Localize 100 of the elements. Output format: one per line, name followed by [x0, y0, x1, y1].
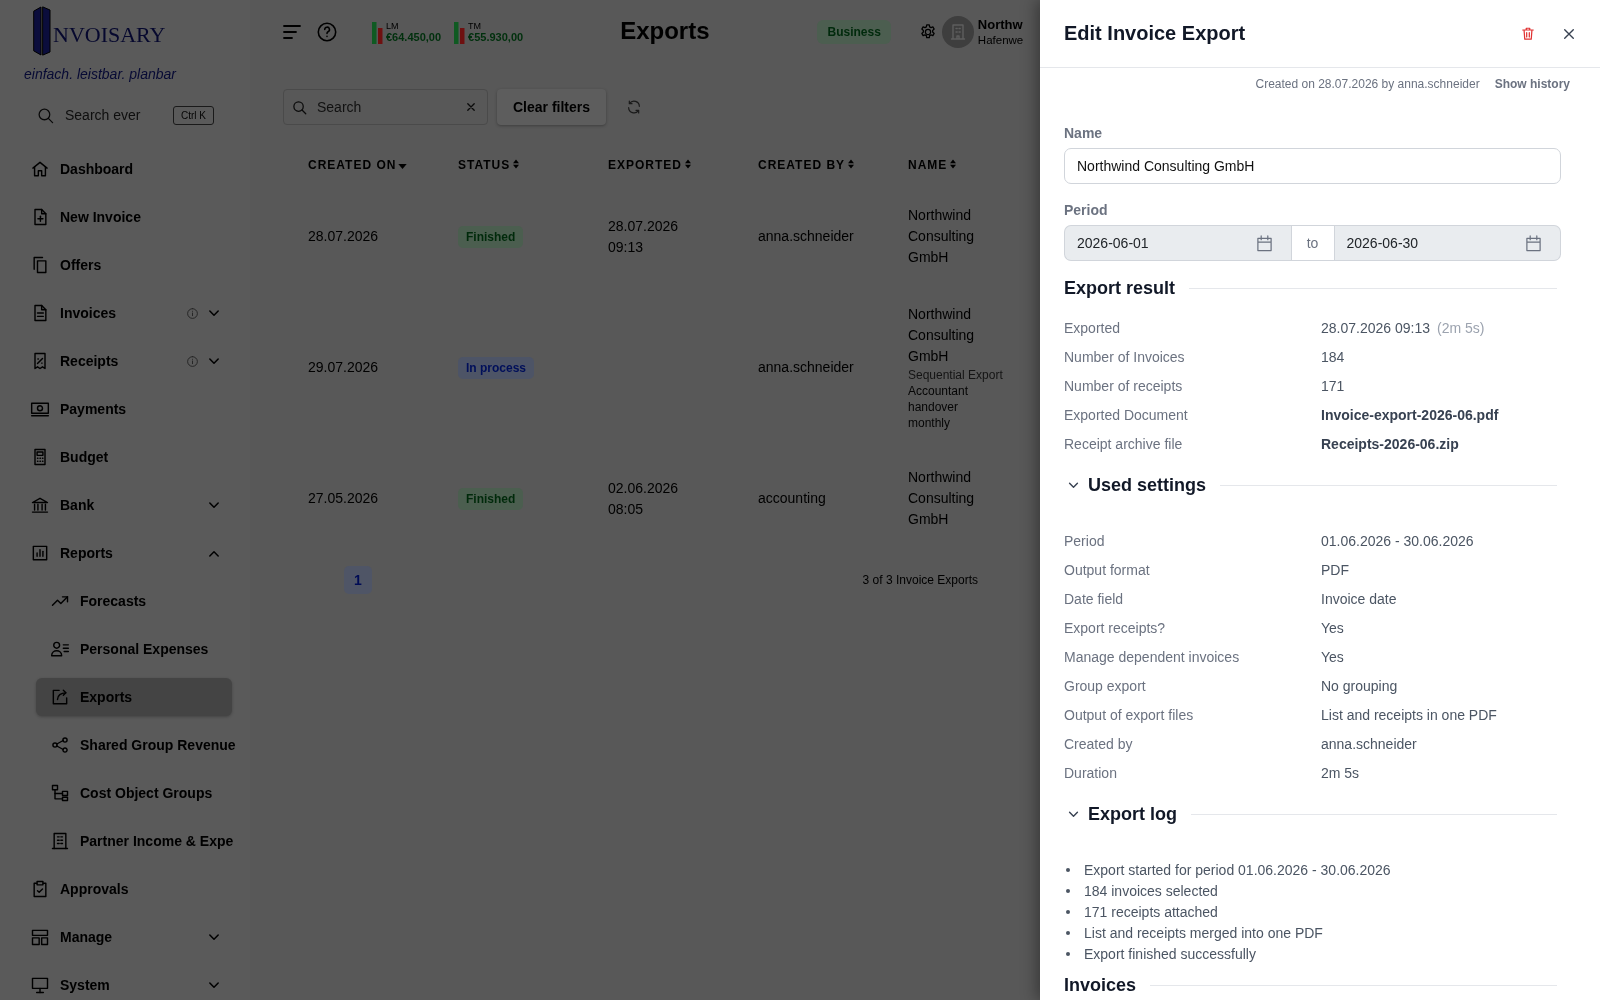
nav-item[interactable]: Offers [18, 246, 232, 284]
log-entry: Export started for period 01.06.2026 - 30.06.2026 [1084, 861, 1391, 878]
column-header[interactable]: STATUS [458, 157, 608, 173]
detail-label: Duration [1064, 764, 1118, 781]
export-description: Accountant handover monthly [908, 383, 970, 431]
detail-label: Created by [1064, 735, 1134, 752]
refresh-icon[interactable] [626, 99, 643, 115]
shortcut-key: Ctrl K [173, 105, 214, 125]
date-field[interactable]: 2026-06-30 [1334, 225, 1561, 261]
detail-value: 171 [1321, 377, 1345, 394]
clear-filters-button[interactable]: Clear filters [497, 89, 607, 125]
logo-text: NVOISARY [53, 24, 166, 46]
bar-chart-icon [372, 21, 383, 44]
settings-icon[interactable] [918, 23, 937, 41]
date-field[interactable]: 2026-06-01 [1064, 225, 1291, 261]
name-field[interactable]: Northwind Consulting GmbH [1064, 148, 1561, 184]
search-icon [37, 106, 54, 124]
avatar-icon[interactable] [941, 16, 974, 48]
nav-item[interactable]: Payments [18, 390, 232, 428]
panel-title: Edit Invoice Export [1064, 22, 1246, 45]
nav-item[interactable]: Dashboard [18, 150, 232, 188]
table-cell-text: 28.07.2026 09:13 [608, 216, 680, 257]
log-entry: Export finished successfully [1084, 945, 1256, 962]
nav-item[interactable]: Budget [18, 438, 232, 476]
detail-value: Receipts-2026-06.zip [1321, 435, 1459, 452]
clipboard-check-icon [30, 879, 50, 899]
section-toggle[interactable]: Used settings [1064, 474, 1207, 496]
nav-item[interactable]: Reports [18, 534, 232, 572]
detail-value: 28.07.2026 09:13 [1321, 319, 1430, 336]
page-button[interactable]: 1 [344, 566, 372, 594]
column-header[interactable]: CREATED ON [308, 157, 458, 173]
search-field[interactable]: Search ever Ctrl K [37, 103, 214, 127]
nav-item[interactable]: New Invoice [18, 198, 232, 236]
nav-item[interactable]: Personal Expenses [36, 630, 232, 668]
detail-value: List and receipts in one PDF [1321, 706, 1497, 723]
section-heading: Export result [1064, 277, 1176, 299]
bullet-icon [1066, 909, 1070, 914]
page-title: Exports [620, 16, 710, 45]
building-icon [50, 831, 70, 851]
table-cell-text: anna.schneider [758, 358, 855, 377]
column-header[interactable]: EXPORTED [608, 157, 758, 173]
account-address: Hafenwe [977, 33, 1024, 48]
detail-label: Number of receipts [1064, 377, 1184, 394]
export-name: Northwind Consulting GmbH [908, 305, 976, 366]
detail-label: Output of export files [1064, 706, 1195, 723]
detail-value: 184 [1321, 348, 1345, 365]
field-label: Period [1064, 201, 1109, 220]
stat-label: LM [386, 20, 400, 31]
bar-chart-icon [30, 543, 50, 563]
detail-label: Receipt archive file [1064, 435, 1184, 452]
detail-value: Yes [1321, 619, 1344, 636]
section-toggle[interactable]: Export log [1064, 803, 1177, 825]
show-history-link[interactable]: Show history [1494, 76, 1570, 92]
search-field[interactable]: Search [283, 89, 488, 125]
column-header[interactable]: NAME [908, 157, 1018, 173]
detail-label: Exported [1064, 319, 1122, 336]
copy-icon [30, 255, 50, 275]
clear-icon[interactable] [467, 103, 475, 111]
help-icon[interactable] [316, 21, 338, 43]
bullet-icon [1066, 951, 1070, 956]
log-entry: List and receipts merged into one PDF [1084, 924, 1323, 941]
nav-item[interactable]: Receipts [18, 342, 232, 380]
nav-item[interactable]: Exports [36, 678, 232, 716]
export-name: Northwind Consulting GmbH [908, 206, 976, 267]
box-arrow-icon [50, 687, 70, 707]
detail-label: Export receipts? [1064, 619, 1167, 636]
log-entry: 171 receipts attached [1084, 903, 1218, 920]
nav-item[interactable]: Invoices [18, 294, 232, 332]
trash-icon[interactable] [1521, 26, 1535, 41]
nav-item[interactable]: Bank [18, 486, 232, 524]
monitor-icon [30, 975, 50, 995]
banknote-icon [30, 399, 50, 419]
detail-value: anna.schneider [1321, 735, 1417, 752]
logo-mark-icon [33, 6, 51, 56]
account-name: Northw [977, 16, 1024, 33]
detail-value: 01.06.2026 - 30.06.2026 [1321, 532, 1474, 549]
detail-label: Exported Document [1064, 406, 1189, 423]
detail-label: Date field [1064, 590, 1125, 607]
pagination-summary: 3 of 3 Invoice Exports [862, 573, 978, 587]
stat-label: TM [468, 20, 483, 31]
detail-label: Manage dependent invoices [1064, 648, 1241, 665]
menu-icon[interactable] [283, 25, 301, 39]
nav-item[interactable]: Approvals [18, 870, 232, 908]
export-name: Northwind Consulting GmbH [908, 468, 976, 529]
nav-item[interactable]: Partner Income & Expe [36, 822, 232, 860]
tagline: einfach. leistbar. planbar [24, 65, 178, 83]
nav-item[interactable]: Forecasts [36, 582, 232, 620]
status-badge: In process [458, 356, 535, 379]
house-icon [30, 159, 50, 179]
search-icon [292, 99, 307, 115]
column-header[interactable]: CREATED BY [758, 157, 908, 173]
stat-value: €55.930,00 [468, 30, 524, 44]
bullet-icon [1066, 930, 1070, 935]
close-icon[interactable] [1563, 27, 1575, 40]
detail-value: PDF [1321, 561, 1349, 578]
detail-label: Group export [1064, 677, 1147, 694]
nav-item[interactable]: System [18, 966, 232, 1000]
nav-item[interactable]: Cost Object Groups [36, 774, 232, 812]
nav-item[interactable]: Manage [18, 918, 232, 956]
person-list-icon [50, 639, 70, 659]
